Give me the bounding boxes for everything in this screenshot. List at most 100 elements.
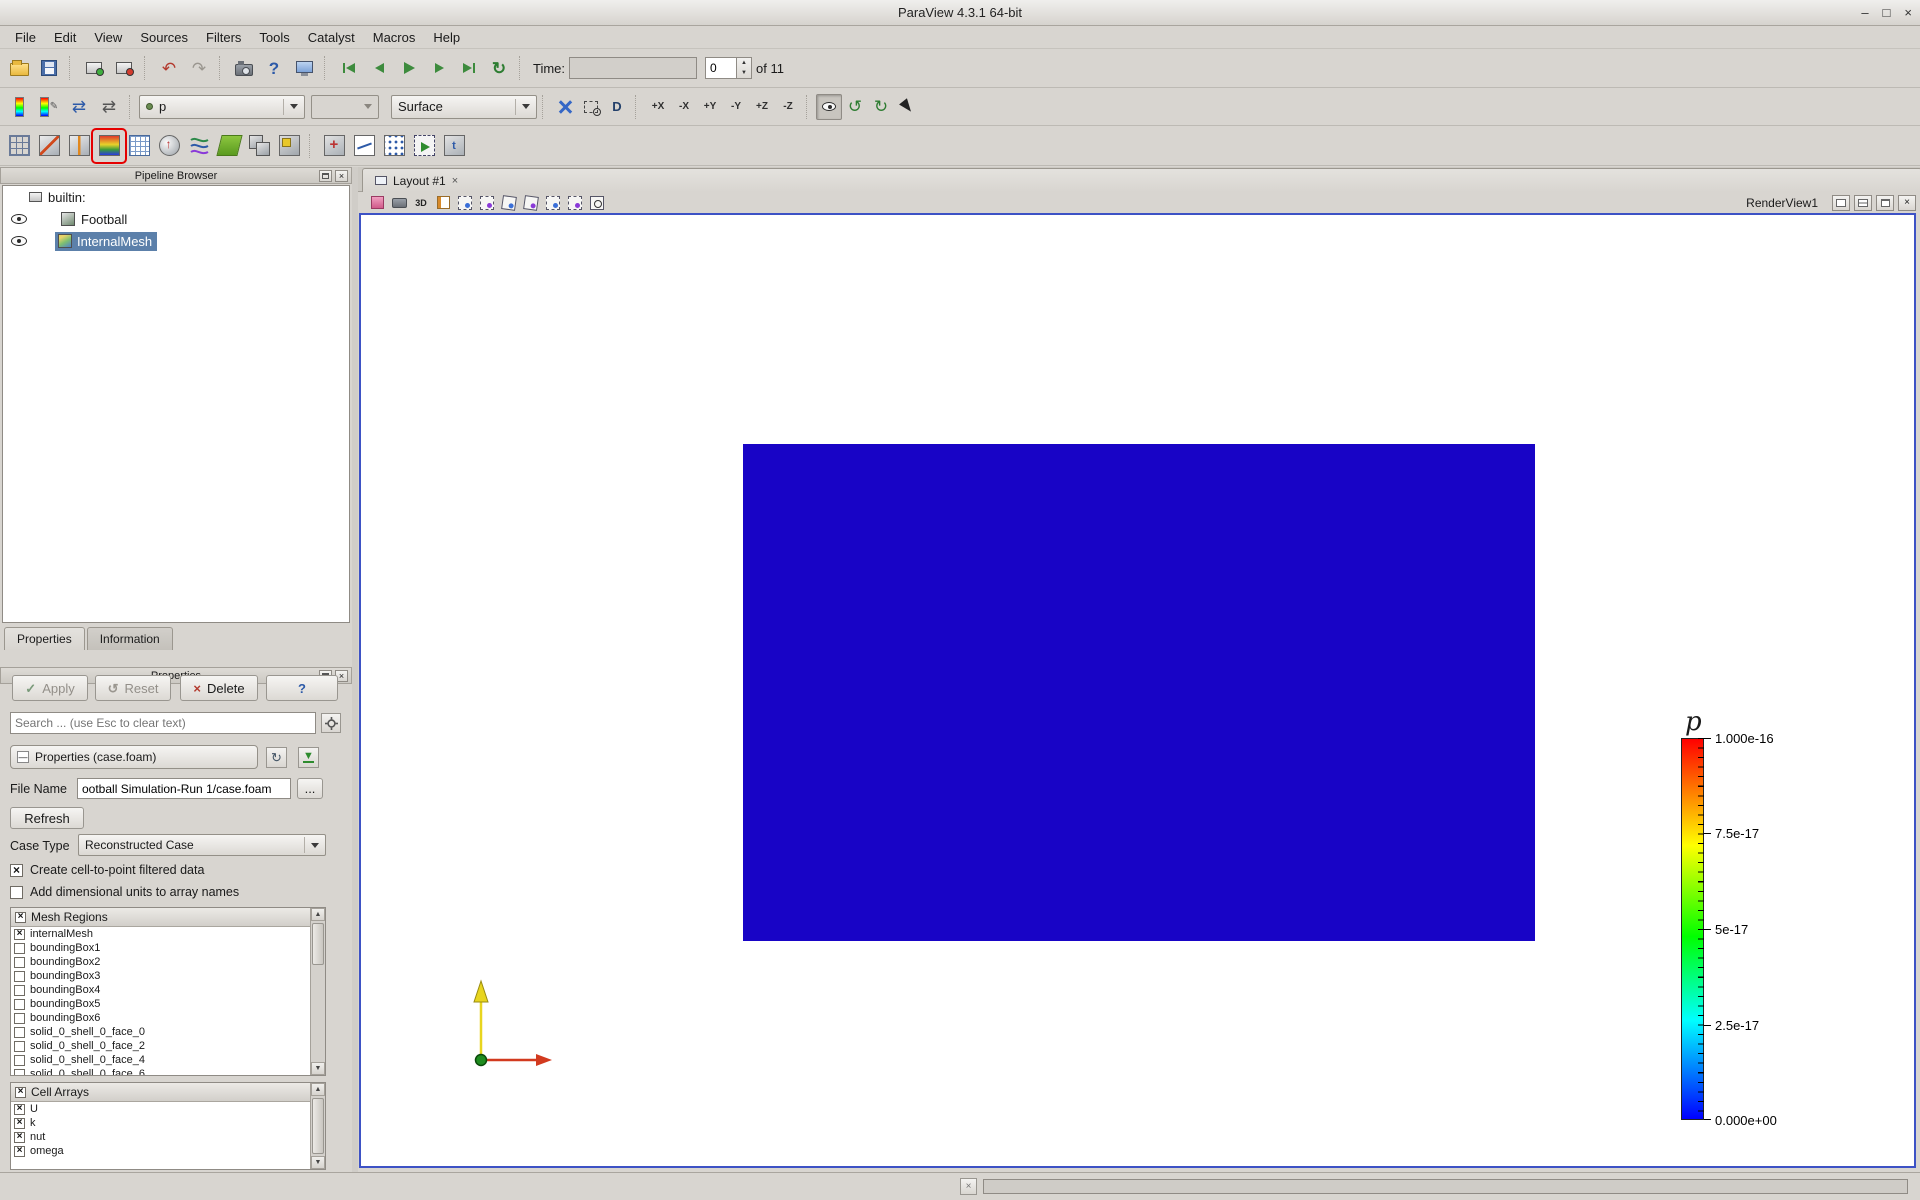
save-defaults-button[interactable]: ▼ [298, 747, 319, 768]
menu-catalyst[interactable]: Catalyst [299, 28, 364, 47]
split-horizontal-button[interactable] [1832, 194, 1850, 211]
edit-color-map-button[interactable]: ✎ [34, 92, 64, 122]
checkbox[interactable] [14, 1026, 25, 1038]
cell-arrays-header[interactable]: Cell Arrays [11, 1083, 325, 1102]
checkbox[interactable] [15, 911, 26, 923]
list-item[interactable]: solid_0_shell_0_face_6 [11, 1067, 310, 1075]
abort-progress-button[interactable]: × [960, 1178, 977, 1195]
redo-button[interactable]: ↷ [184, 53, 214, 83]
glyph-filter-button[interactable] [154, 131, 184, 161]
checkbox[interactable] [15, 1086, 26, 1098]
pipeline-item-builtin[interactable]: builtin: [3, 186, 349, 208]
extract-selection-button[interactable] [409, 131, 439, 161]
minimize-button[interactable]: – [1861, 5, 1868, 20]
list-item[interactable]: solid_0_shell_0_face_0 [11, 1025, 310, 1039]
checkbox[interactable] [14, 956, 25, 968]
close-tab-icon[interactable]: × [452, 175, 458, 187]
help-button[interactable]: ? [259, 53, 289, 83]
rescale-to-data-range-button[interactable]: ⇄ [64, 92, 94, 122]
checkbox[interactable] [14, 928, 25, 940]
maximize-button[interactable]: □ [1883, 5, 1891, 20]
adjust-camera-button[interactable] [390, 194, 408, 212]
tab-properties[interactable]: Properties [4, 626, 85, 650]
delete-button[interactable]: × Delete [180, 675, 258, 701]
calculator-filter-button[interactable] [4, 131, 34, 161]
properties-section-header[interactable]: — Properties (case.foam) [10, 745, 258, 769]
color-by-combo[interactable]: p [139, 94, 305, 119]
case-type-combo[interactable]: Reconstructed Case [78, 834, 326, 856]
restore-defaults-button[interactable]: ↻ [266, 747, 287, 768]
plot-over-line-button[interactable] [349, 131, 379, 161]
show-orientation-axes-button[interactable] [816, 93, 842, 120]
menu-file[interactable]: File [6, 28, 45, 47]
pipeline-item-football[interactable]: Football [3, 208, 349, 230]
view-minus-z-button[interactable]: -Z [775, 94, 801, 120]
spin-up-button[interactable]: ▲ [737, 58, 751, 68]
scrollbar[interactable]: ▲ ▼ [310, 1083, 325, 1169]
scroll-down-button[interactable]: ▼ [311, 1156, 325, 1169]
toggle-color-legend-button[interactable] [4, 92, 34, 122]
view-plus-x-button[interactable]: +X [645, 94, 671, 120]
plot-selection-over-time-button[interactable] [379, 131, 409, 161]
loop-button[interactable]: ↻ [484, 53, 514, 83]
checkbox[interactable] [14, 1103, 25, 1115]
browse-button[interactable]: ... [297, 778, 323, 799]
camera-undo-button[interactable] [229, 53, 259, 83]
save-data-button[interactable] [34, 53, 64, 83]
next-frame-button[interactable] [424, 53, 454, 83]
visibility-eye-icon[interactable] [11, 236, 27, 246]
zoom-to-data-button[interactable]: D [604, 94, 630, 120]
representation-combo[interactable]: Surface [391, 94, 537, 119]
disconnect-server-button[interactable] [109, 53, 139, 83]
frame-index-input[interactable] [705, 57, 738, 79]
previous-frame-button[interactable] [364, 53, 394, 83]
maximize-view-button[interactable] [1876, 194, 1894, 211]
split-vertical-button[interactable] [1854, 194, 1872, 211]
menu-tools[interactable]: Tools [250, 28, 298, 47]
checkbox[interactable] [14, 998, 25, 1010]
menu-view[interactable]: View [85, 28, 131, 47]
view-minus-x-button[interactable]: -X [671, 94, 697, 120]
list-item[interactable]: internalMesh [11, 927, 310, 941]
scrollbar-thumb[interactable] [312, 1098, 324, 1154]
list-item[interactable]: nut [11, 1130, 310, 1144]
view-minus-y-button[interactable]: -Y [723, 94, 749, 120]
zoom-to-box-button[interactable] [578, 94, 604, 120]
file-name-input[interactable] [77, 778, 291, 799]
stream-tracer-filter-button[interactable] [184, 131, 214, 161]
menu-macros[interactable]: Macros [364, 28, 425, 47]
group-datasets-filter-button[interactable] [244, 131, 274, 161]
probe-location-button[interactable] [319, 131, 349, 161]
scrollbar[interactable]: ▲ ▼ [310, 908, 325, 1075]
tab-information[interactable]: Information [86, 626, 173, 650]
warp-by-vector-filter-button[interactable] [214, 131, 244, 161]
properties-help-button[interactable]: ? [266, 675, 338, 701]
checkbox[interactable] [14, 1117, 25, 1129]
apply-button[interactable]: ✓ Apply [12, 675, 88, 701]
rescale-to-custom-range-button[interactable]: ⇄ [94, 92, 124, 122]
scroll-down-button[interactable]: ▼ [311, 1062, 325, 1075]
checkbox[interactable] [14, 1012, 25, 1024]
list-item[interactable]: solid_0_shell_0_face_4 [11, 1053, 310, 1067]
list-item[interactable]: boundingBox3 [11, 969, 310, 983]
pipeline-item-internalmesh[interactable]: InternalMesh [3, 230, 349, 252]
rotate-90-cw-button[interactable]: ↻ [868, 94, 894, 120]
edit-view-options-button[interactable] [368, 194, 386, 212]
mesh-regions-header[interactable]: Mesh Regions [11, 908, 325, 927]
checkbox[interactable] [14, 1131, 25, 1143]
list-item[interactable]: boundingBox2 [11, 955, 310, 969]
extract-subset-filter-button[interactable] [124, 131, 154, 161]
tab-layout-1[interactable]: Layout #1 × [362, 168, 1920, 192]
scroll-up-button[interactable]: ▲ [311, 1083, 325, 1096]
checkbox[interactable] [14, 970, 25, 982]
scroll-up-button[interactable]: ▲ [311, 908, 325, 921]
list-item[interactable]: boundingBox4 [11, 983, 310, 997]
first-frame-button[interactable] [334, 53, 364, 83]
list-item[interactable]: solid_0_shell_0_face_2 [11, 1039, 310, 1053]
titlebar[interactable]: ParaView 4.3.1 64-bit – □ × [0, 0, 1920, 26]
time-value-input[interactable] [569, 57, 698, 79]
checkbox[interactable] [14, 1145, 25, 1157]
slice-filter-button[interactable] [64, 131, 94, 161]
select-points-through-button[interactable] [522, 194, 540, 212]
interactive-select-cells-button[interactable] [544, 194, 562, 212]
